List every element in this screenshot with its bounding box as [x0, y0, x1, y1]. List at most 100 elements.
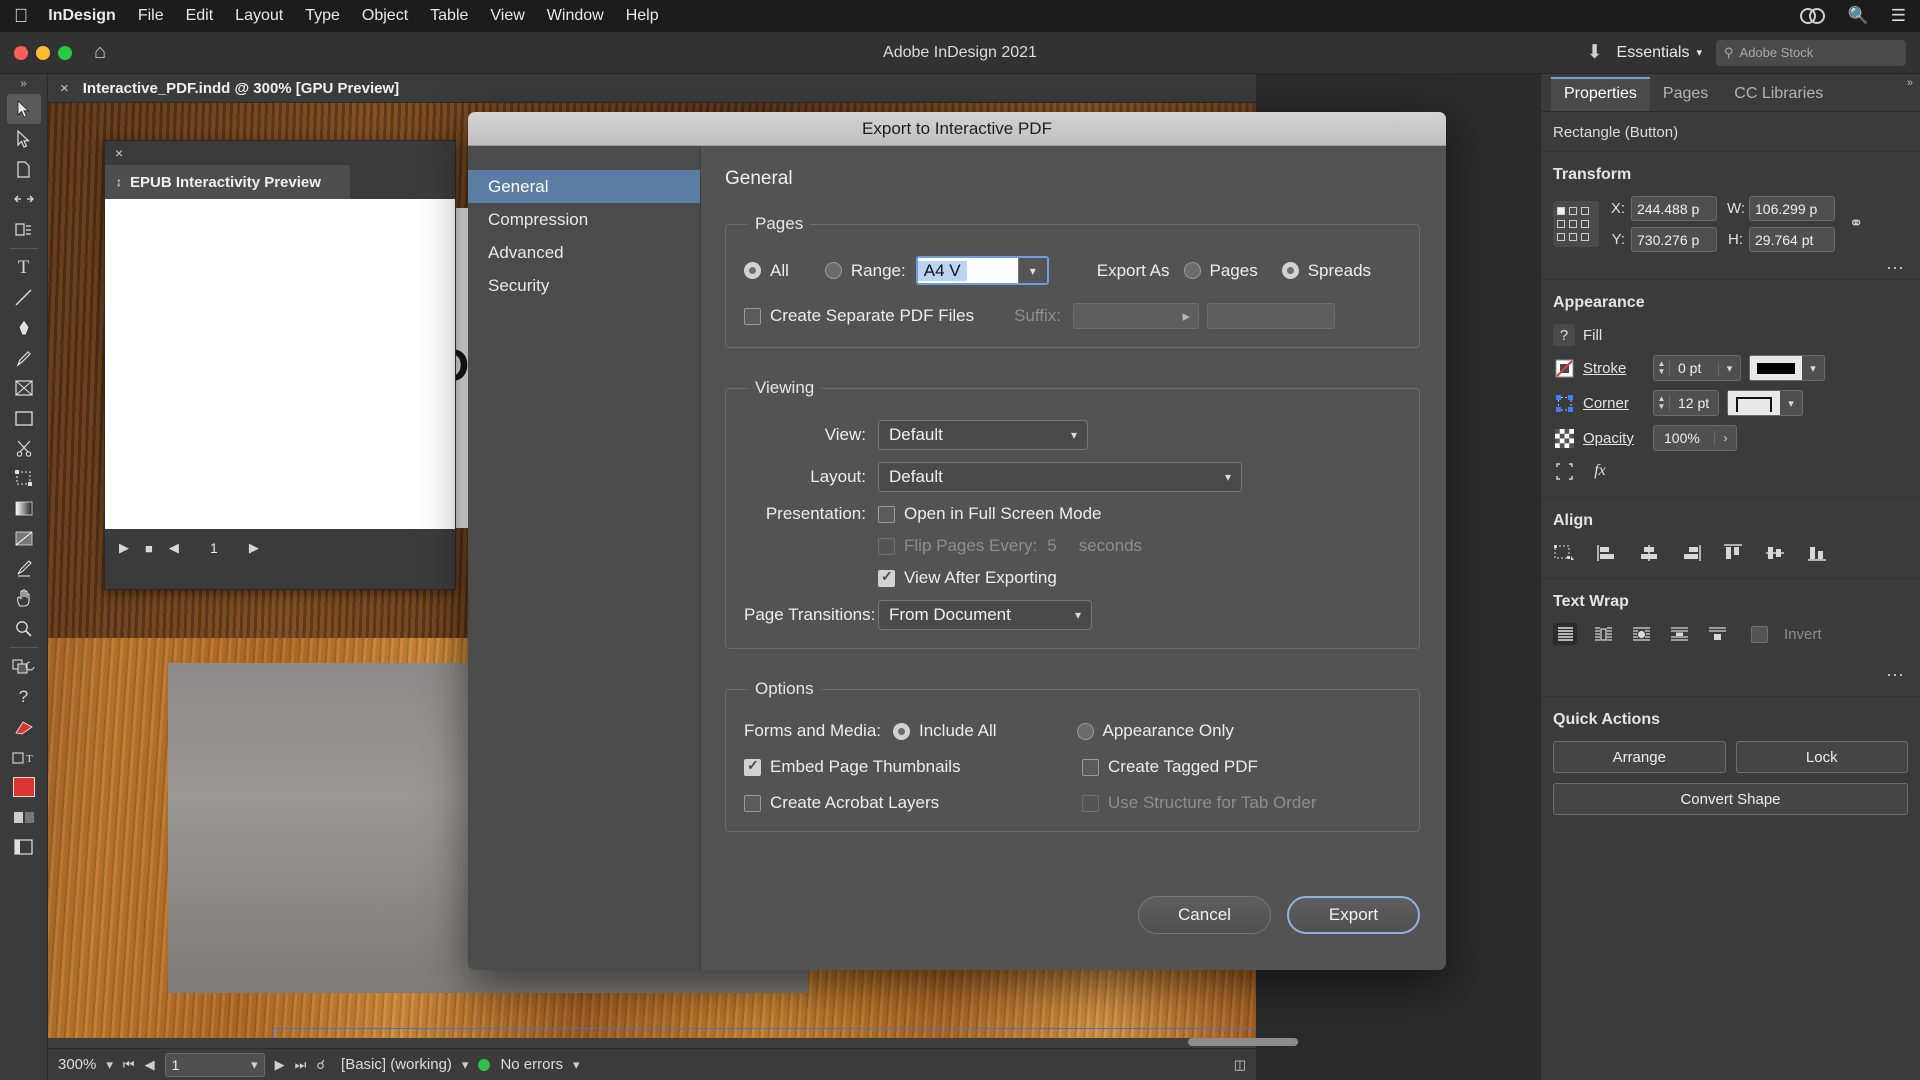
expand-tools-icon[interactable]: »	[20, 78, 26, 90]
wrap-object-shape-icon[interactable]	[1629, 623, 1653, 645]
label-stroke[interactable]: Stroke	[1583, 360, 1645, 377]
zoom-tool[interactable]	[7, 613, 41, 643]
chain-broken-icon[interactable]: ⚭	[1849, 214, 1863, 234]
y-field[interactable]: 730.276 p	[1631, 227, 1717, 252]
minimize-window-button[interactable]	[36, 45, 50, 60]
menu-app-name[interactable]: InDesign	[48, 7, 116, 25]
document-tab[interactable]: × Interactive_PDF.indd @ 300% [GPU Previ…	[48, 74, 1256, 103]
wrap-jump-next-column-icon[interactable]	[1705, 623, 1729, 645]
workspace-switcher[interactable]: Essentials ▾	[1617, 44, 1702, 62]
checkbox-create-acrobat-layers[interactable]	[744, 794, 761, 812]
corner-options-icon[interactable]	[1553, 392, 1575, 414]
screen-mode-tool[interactable]	[7, 832, 41, 862]
page-tool[interactable]	[7, 154, 41, 184]
first-page-icon[interactable]: ⏮	[123, 1057, 135, 1073]
cancel-button[interactable]: Cancel	[1138, 896, 1271, 934]
page-transitions-select[interactable]: From Document ▾	[878, 600, 1092, 630]
wrap-none-icon[interactable]	[1553, 623, 1577, 645]
previous-icon[interactable]: ◀	[169, 540, 179, 556]
home-icon[interactable]: ⌂	[94, 41, 106, 64]
formatting-tool[interactable]: T	[7, 742, 41, 772]
stepper-arrows-icon[interactable]: ▲ ▼	[1654, 395, 1670, 411]
menu-help[interactable]: Help	[626, 7, 659, 25]
play-icon[interactable]: ▶	[119, 540, 129, 556]
no-stroke-icon[interactable]	[1553, 357, 1575, 379]
align-to-icon[interactable]	[1553, 542, 1577, 564]
radio-all-pages[interactable]	[744, 262, 761, 279]
view-layout-icon[interactable]: ◫	[1234, 1057, 1246, 1073]
content-collector-tool[interactable]	[7, 214, 41, 244]
wrap-bounding-box-icon[interactable]	[1591, 623, 1615, 645]
gradient-swatch-tool[interactable]	[7, 493, 41, 523]
align-bottom-icon[interactable]	[1805, 542, 1829, 564]
frame-tool[interactable]	[7, 373, 41, 403]
zoom-level-value[interactable]: 300%	[58, 1056, 96, 1073]
menu-type[interactable]: Type	[305, 7, 340, 25]
suffix-dropdown[interactable]: ▸	[1073, 303, 1200, 329]
direct-selection-tool[interactable]	[7, 124, 41, 154]
page-number-input[interactable]: 1 ▾	[164, 1052, 265, 1077]
chevron-down-icon[interactable]: ▾	[1718, 361, 1740, 375]
view-select[interactable]: Default ▾	[878, 420, 1088, 450]
corner-shape-swatch[interactable]: ▾	[1727, 390, 1803, 416]
wrap-jump-object-icon[interactable]	[1667, 623, 1691, 645]
normal-mode-tool[interactable]	[7, 802, 41, 832]
w-field[interactable]: 106.299 p	[1749, 196, 1835, 221]
nav-item-advanced[interactable]: Advanced	[468, 236, 700, 269]
stroke-weight-stepper[interactable]: ▲ ▼ 0 pt ▾	[1653, 355, 1741, 381]
chevron-down-icon[interactable]: ▾	[106, 1057, 113, 1073]
fx-icon[interactable]: fx	[1589, 460, 1611, 482]
search-input[interactable]: ⚲ Adobe Stock	[1716, 39, 1906, 66]
stepper-arrows-icon[interactable]: ▲ ▼	[1654, 360, 1670, 376]
align-center-horizontal-icon[interactable]	[1637, 542, 1661, 564]
menu-window[interactable]: Window	[547, 7, 604, 25]
menu-edit[interactable]: Edit	[186, 7, 214, 25]
range-input[interactable]: A4 V ▾	[915, 256, 1049, 285]
maximize-window-button[interactable]	[58, 45, 72, 60]
x-field[interactable]: 244.488 p	[1631, 196, 1717, 221]
arrange-button[interactable]: Arrange	[1553, 741, 1726, 773]
apply-color-tool[interactable]	[7, 712, 41, 742]
flip-pages-value[interactable]: 5	[1047, 536, 1056, 556]
lock-button[interactable]: Lock	[1735, 741, 1908, 773]
search-icon[interactable]: 🔍	[1848, 6, 1869, 26]
export-button[interactable]: Export	[1287, 896, 1420, 934]
corner-size-stepper[interactable]: ▲ ▼ 12 pt	[1653, 390, 1719, 416]
pen-tool[interactable]	[7, 313, 41, 343]
checkbox-full-screen-mode[interactable]	[878, 505, 895, 523]
frame-icon[interactable]	[1553, 460, 1575, 482]
layout-select[interactable]: Default ▾	[878, 462, 1242, 492]
checkbox-flip-pages[interactable]	[878, 537, 895, 555]
hand-tool[interactable]	[7, 583, 41, 613]
menu-object[interactable]: Object	[362, 7, 408, 25]
align-center-vertical-icon[interactable]	[1763, 542, 1787, 564]
checkbox-view-after-exporting[interactable]	[878, 568, 895, 587]
convert-shape-button[interactable]: Convert Shape	[1553, 783, 1908, 815]
next-page-icon[interactable]: ▶	[275, 1057, 285, 1073]
previous-page-icon[interactable]: ◀	[145, 1057, 155, 1073]
fill-color-tool[interactable]	[7, 772, 41, 802]
close-icon[interactable]: ×	[60, 80, 69, 97]
close-window-button[interactable]	[14, 45, 28, 60]
radio-export-pages[interactable]	[1183, 262, 1201, 279]
chevron-down-icon[interactable]: ▾	[1780, 397, 1802, 410]
opacity-control[interactable]: 100% ›	[1653, 425, 1737, 451]
note-tool[interactable]	[7, 553, 41, 583]
radio-export-spreads[interactable]	[1281, 262, 1299, 279]
label-opacity[interactable]: Opacity	[1583, 430, 1645, 447]
menu-layout[interactable]: Layout	[235, 7, 283, 25]
menu-view[interactable]: View	[490, 7, 524, 25]
radio-include-all[interactable]	[893, 722, 910, 740]
line-tool[interactable]	[7, 283, 41, 313]
collapse-panel-icon[interactable]: »	[1907, 77, 1913, 89]
share-icon[interactable]: ⬇	[1587, 41, 1603, 64]
stroke-color-swatch[interactable]: ▾	[1749, 355, 1825, 381]
control-center-icon[interactable]: ☰	[1891, 6, 1906, 26]
preflight-profile-value[interactable]: [Basic] (working)	[341, 1056, 452, 1073]
checkbox-invert[interactable]	[1751, 625, 1768, 643]
apple-logo-icon[interactable]: 	[14, 7, 28, 26]
nav-item-security[interactable]: Security	[468, 269, 700, 302]
h-field[interactable]: 29.764 pt	[1749, 227, 1835, 252]
stop-icon[interactable]: ■	[145, 541, 153, 556]
type-tool[interactable]: T	[7, 253, 41, 283]
